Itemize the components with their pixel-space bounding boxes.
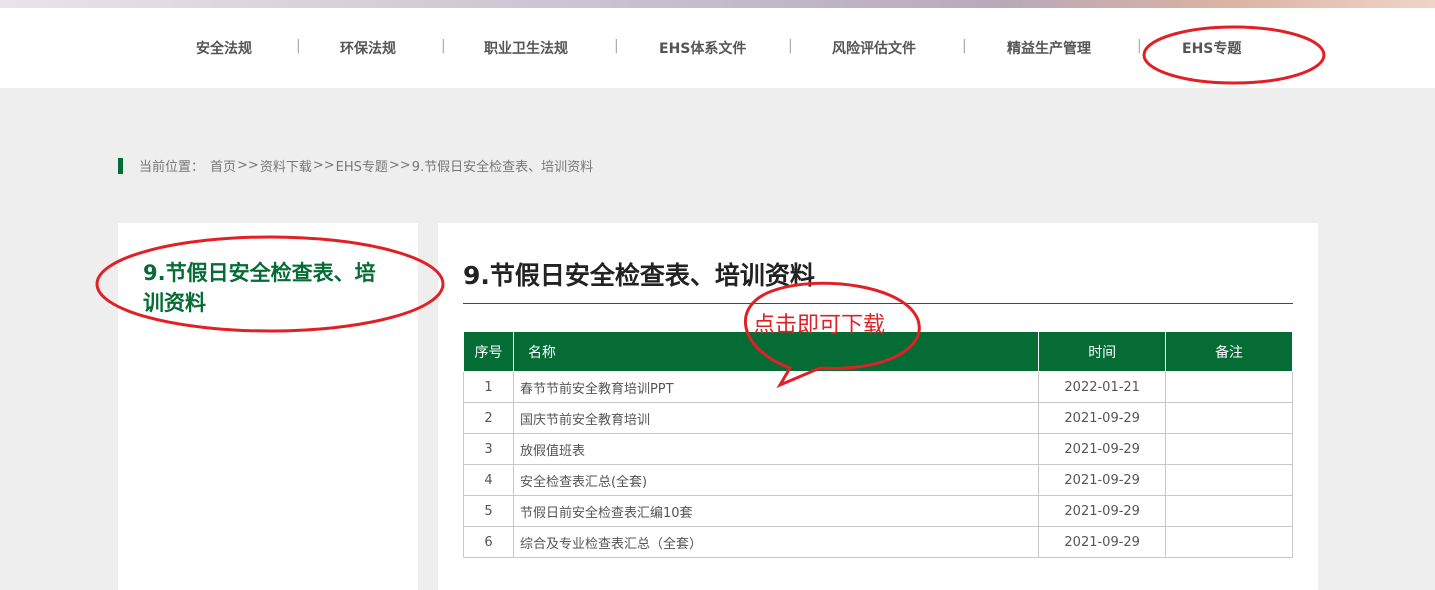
title-divider (463, 303, 1293, 304)
file-link[interactable]: 春节节前安全教育培训PPT (512, 371, 1040, 403)
table-row: 5 节假日前安全检查表汇编10套 2021-09-29 (463, 495, 1293, 527)
breadcrumb-current-page[interactable]: 9.节假日安全检查表、培训资料 (412, 156, 593, 175)
nav-separator: | (788, 38, 793, 54)
nav-separator: | (962, 38, 967, 54)
table-row: 2 国庆节前安全教育培训 2021-09-29 (463, 402, 1293, 434)
nav-item-ehs-system-docs[interactable]: EHS体系文件 (659, 38, 746, 58)
file-link[interactable]: 国庆节前安全教育培训 (512, 402, 1040, 434)
nav-separator: | (441, 38, 446, 54)
column-header-note: 备注 (1165, 331, 1293, 372)
breadcrumb: 当前位置： 首页 >> 资料下载 >> EHS专题 >> 9.节假日安全检查表、… (118, 156, 593, 175)
breadcrumb-separator: >> (388, 158, 411, 173)
row-date: 2021-09-29 (1038, 495, 1167, 527)
file-table: 序号 名称 时间 备注 1 春节节前安全教育培训PPT 2022-01-21 2… (463, 331, 1293, 558)
nav-separator: | (296, 38, 301, 54)
nav-item-ehs-topics[interactable]: EHS专题 (1182, 38, 1241, 58)
table-row: 6 综合及专业检查表汇总（全套） 2021-09-29 (463, 526, 1293, 558)
table-row: 1 春节节前安全教育培训PPT 2022-01-21 (463, 371, 1293, 403)
breadcrumb-home-link[interactable]: 首页 (210, 156, 236, 175)
row-note (1165, 526, 1293, 558)
row-number: 3 (463, 433, 514, 465)
breadcrumb-marker (118, 157, 123, 174)
column-header-time: 时间 (1038, 331, 1167, 372)
table-row: 3 放假值班表 2021-09-29 (463, 433, 1293, 465)
file-link[interactable]: 综合及专业检查表汇总（全套） (512, 526, 1040, 558)
nav-separator: | (614, 38, 619, 54)
row-number: 4 (463, 464, 514, 496)
nav-item-environmental-regulations[interactable]: 环保法规 (340, 38, 396, 58)
row-note (1165, 433, 1293, 465)
breadcrumb-separator: >> (237, 158, 259, 173)
nav-item-risk-assessment[interactable]: 风险评估文件 (832, 38, 916, 58)
row-note (1165, 402, 1293, 434)
sidebar-category-link[interactable]: 9.节假日安全检查表、培训资料 (143, 258, 383, 318)
nav-item-lean-production[interactable]: 精益生产管理 (1007, 38, 1091, 58)
callout-download-hint: 点击即可下载 (753, 313, 886, 338)
breadcrumb-separator: >> (312, 158, 335, 173)
nav-separator: | (1137, 38, 1142, 54)
nav-item-safety-regulations[interactable]: 安全法规 (196, 38, 252, 58)
row-number: 1 (463, 371, 514, 403)
nav-item-occupational-health[interactable]: 职业卫生法规 (484, 38, 568, 58)
row-date: 2022-01-21 (1038, 371, 1167, 403)
page-title: 9.节假日安全检查表、培训资料 (463, 261, 815, 290)
breadcrumb-downloads-link[interactable]: 资料下载 (260, 156, 312, 175)
row-note (1165, 495, 1293, 527)
row-note (1165, 371, 1293, 403)
row-date: 2021-09-29 (1038, 526, 1167, 558)
row-number: 2 (463, 402, 514, 434)
column-header-no: 序号 (463, 331, 514, 372)
row-number: 6 (463, 526, 514, 558)
banner-strip (0, 0, 1435, 8)
table-row: 4 安全检查表汇总(全套) 2021-09-29 (463, 464, 1293, 496)
sidebar: 9.节假日安全检查表、培训资料 (118, 223, 418, 590)
row-number: 5 (463, 495, 514, 527)
row-date: 2021-09-29 (1038, 464, 1167, 496)
file-link[interactable]: 安全检查表汇总(全套) (512, 464, 1040, 496)
row-date: 2021-09-29 (1038, 433, 1167, 465)
row-note (1165, 464, 1293, 496)
breadcrumb-prefix: 当前位置： (139, 160, 205, 175)
main-content: 9.节假日安全检查表、培训资料 序号 名称 时间 备注 1 春节节前安全教育培训… (438, 223, 1318, 590)
file-link[interactable]: 节假日前安全检查表汇编10套 (512, 495, 1040, 527)
file-link[interactable]: 放假值班表 (512, 433, 1040, 465)
top-navigation: 安全法规 | 环保法规 | 职业卫生法规 | EHS体系文件 | 风险评估文件 … (0, 8, 1435, 88)
breadcrumb-ehs-topics-link[interactable]: EHS专题 (336, 156, 388, 175)
row-date: 2021-09-29 (1038, 402, 1167, 434)
